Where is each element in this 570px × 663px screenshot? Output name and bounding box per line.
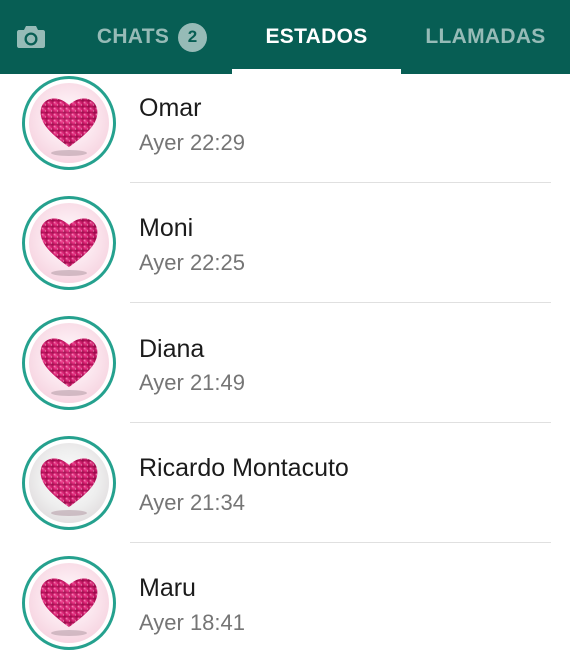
contact-name: Moni [139, 214, 194, 242]
tab-llamadas[interactable]: LLAMADAS [401, 0, 570, 74]
status-avatar-ring[interactable] [22, 76, 116, 170]
status-avatar-ring[interactable] [22, 316, 116, 410]
avatar [29, 443, 109, 523]
camera-button[interactable] [14, 20, 48, 54]
avatar [29, 563, 109, 643]
status-item[interactable]: Ricardo Montacuto Ayer 21:34 [0, 423, 570, 543]
status-item[interactable]: Moni Ayer 22:25 [0, 183, 570, 303]
status-item[interactable]: Diana Ayer 21:49 [0, 303, 570, 423]
status-list: Omar Ayer 22:29 Moni Ayer 22:25 Diana Ay… [0, 74, 570, 663]
avatar [29, 83, 109, 163]
tab-chats[interactable]: CHATS 2 [72, 0, 232, 74]
status-avatar-ring[interactable] [22, 556, 116, 650]
status-time: Ayer 21:34 [139, 490, 246, 515]
status-avatar-ring[interactable] [22, 436, 116, 530]
tab-llamadas-label: LLAMADAS [425, 25, 546, 48]
heart-icon [29, 323, 109, 403]
avatar [29, 203, 109, 283]
status-avatar-ring[interactable] [22, 196, 116, 290]
app-header: CHATS 2 ESTADOS LLAMADAS [0, 0, 570, 74]
heart-icon [29, 83, 109, 163]
contact-name: Maru [139, 574, 196, 602]
tab-estados[interactable]: ESTADOS [232, 0, 401, 74]
camera-icon [17, 26, 45, 48]
tab-estados-label: ESTADOS [265, 25, 368, 48]
tab-chats-label: CHATS [96, 25, 170, 48]
avatar [29, 323, 109, 403]
heart-icon [29, 203, 109, 283]
status-time: Ayer 22:29 [139, 130, 246, 155]
contact-name: Diana [139, 335, 205, 363]
status-time: Ayer 22:25 [139, 250, 246, 275]
contact-name: Omar [139, 94, 202, 122]
status-item[interactable]: Maru Ayer 18:41 [0, 543, 570, 663]
heart-icon [29, 563, 109, 643]
unread-count-badge: 2 [178, 22, 208, 52]
heart-icon [29, 443, 109, 523]
status-time: Ayer 21:49 [139, 370, 246, 395]
contact-name: Ricardo Montacuto [139, 454, 349, 482]
status-item[interactable]: Omar Ayer 22:29 [0, 74, 570, 183]
status-time: Ayer 18:41 [139, 610, 246, 635]
